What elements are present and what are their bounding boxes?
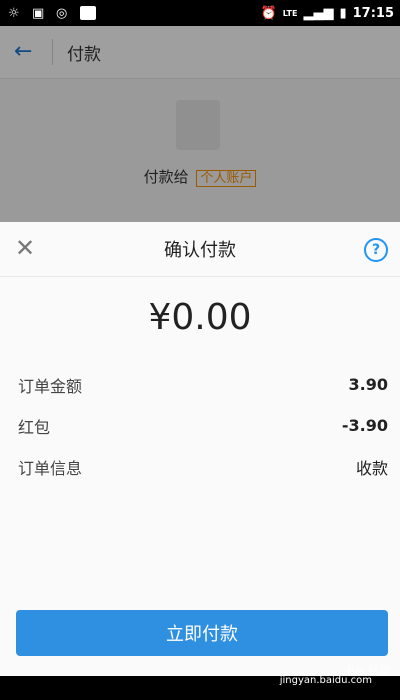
row-label: 订单金额 xyxy=(18,376,83,396)
row-value: 3.90 xyxy=(348,375,388,394)
alarm-icon: ⏰ xyxy=(260,5,277,21)
sheet-title: 确认付款 xyxy=(164,240,236,261)
status-bar: ☼ ▣ ◎ ⏰ LTE ▂▄▆ ▮ 17:15 xyxy=(0,0,400,26)
app-icon: ◎ xyxy=(56,6,68,21)
order-amount-row: 订单金额 3.90 xyxy=(0,364,400,405)
row-label: 订单信息 xyxy=(18,458,83,478)
pay-now-button[interactable]: 立即付款 xyxy=(16,610,388,656)
watermark-site: jingyan.baidu.com xyxy=(279,675,372,686)
help-icon[interactable]: ? xyxy=(364,238,388,262)
battery-icon: ▮ xyxy=(339,5,347,21)
confirm-payment-sheet: ✕ 确认付款 ? ¥0.00 订单金额 3.90 红包 -3.90 订单信息 收… xyxy=(0,222,400,676)
row-label: 红包 xyxy=(18,417,51,437)
clock: 17:15 xyxy=(352,5,394,21)
signal-icon: ▂▄▆ xyxy=(303,5,334,21)
row-value: 收款 xyxy=(355,458,388,478)
dim-overlay[interactable] xyxy=(0,26,400,222)
red-packet-row: 红包 -3.90 xyxy=(0,405,400,446)
order-info-row: 订单信息 收款 xyxy=(0,446,400,487)
image-icon: ▣ xyxy=(32,6,45,21)
row-value: -3.90 xyxy=(341,416,388,435)
blank-icon xyxy=(80,6,96,20)
close-icon[interactable]: ✕ xyxy=(14,236,36,260)
network-type: LTE xyxy=(282,8,298,18)
order-details: 订单金额 3.90 红包 -3.90 订单信息 收款 xyxy=(0,364,400,487)
payment-amount: ¥0.00 xyxy=(148,297,252,338)
settings-icon: ☼ xyxy=(8,6,20,21)
sheet-header: ✕ 确认付款 ? xyxy=(0,222,400,277)
